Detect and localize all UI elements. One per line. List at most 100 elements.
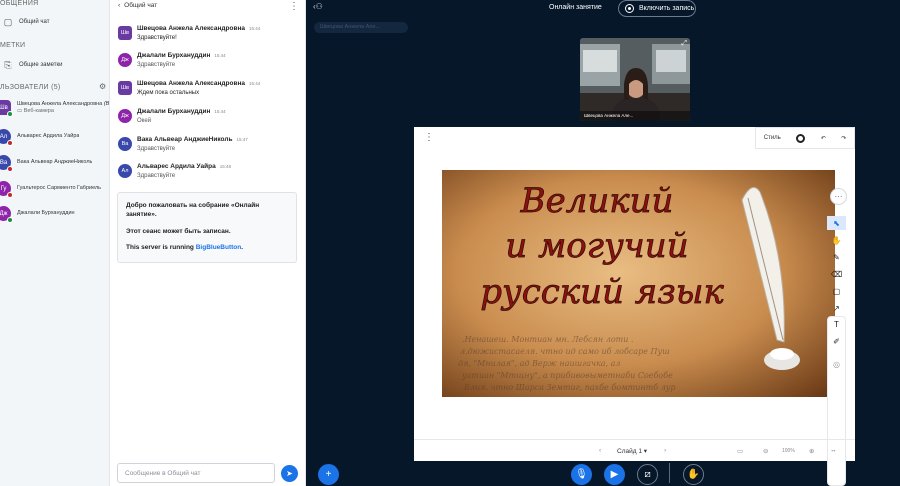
user-list-item[interactable]: Дж Джалали Бурхануддин	[0, 206, 109, 223]
raise-hand-button[interactable]: ✋	[683, 464, 704, 485]
slide-title-line1: Великий	[520, 181, 674, 221]
message-time: 15:44	[214, 109, 226, 114]
author-name: Джалали Бурхануддин	[137, 108, 211, 115]
user-name-text: Альварес Ардила Уайра	[17, 133, 80, 140]
avatar: Шв	[118, 81, 132, 95]
undo-icon[interactable]: ↶	[821, 135, 826, 142]
users-toggle-icon[interactable]: ‹⚇	[313, 2, 323, 11]
message-time: 15:47	[236, 137, 248, 142]
avatar: Ва	[118, 137, 132, 151]
style-toolbar: Стиль ↶ ↷	[755, 127, 855, 149]
author-name: Джалали Бурхануддин	[137, 52, 211, 59]
shared-notes-item[interactable]: ⎘ Общие заметки	[2, 59, 62, 71]
screen-share-button[interactable]: ⧄	[637, 464, 658, 485]
record-button[interactable]: Включить запись	[618, 0, 696, 17]
zoom-in-icon[interactable]: ⊕	[809, 447, 814, 455]
zoom-out-icon[interactable]: ⊖	[763, 447, 768, 455]
shared-notes-label: Общие заметки	[19, 62, 63, 68]
style-label[interactable]: Стиль	[764, 135, 781, 141]
text-tool-icon[interactable]: T	[827, 317, 846, 331]
camera-button[interactable]: ▶	[604, 464, 625, 485]
status-icon	[7, 192, 13, 198]
more-tools-icon[interactable]: ···	[830, 188, 847, 205]
eraser-tool-icon[interactable]: ⌫	[827, 267, 846, 281]
bigbluebutton-link[interactable]: BigBlueButton	[196, 244, 242, 251]
send-button[interactable]: ➤	[281, 465, 298, 482]
chat-message: Шв Швецова Анжела Александровна 15:44 Ждем …	[118, 80, 300, 96]
message-time: 15:48	[219, 164, 231, 169]
redo-icon[interactable]: ↷	[841, 135, 846, 142]
webcam-name-label: Швецова Анжела Але...	[580, 111, 690, 121]
welcome-message: Добро пожаловать на собрание «Онлайн зан…	[117, 192, 297, 263]
user-list-item[interactable]: Гу Гуальтерос Сармиенто Габриель	[0, 181, 109, 198]
actions-button[interactable]: +	[318, 464, 339, 485]
message-text: Здравствуйте!	[137, 35, 177, 41]
message-time: 15:44	[214, 53, 226, 58]
message-body: Альварес Ардила Уайра 15:48 Здравствуйте	[137, 163, 231, 179]
fullscreen-icon[interactable]: ⤢	[681, 40, 687, 48]
user-list-panel: ОБЩЕНИЯ ▢ Общий чат МЕТКИ ⎘ Общие заметк…	[0, 0, 110, 486]
slide-title-line2: и могучий	[505, 226, 688, 266]
chat-panel: ‹ Общий чат ⋮ Шв Швецова Анжела Александр…	[110, 0, 306, 486]
user-list-item[interactable]: Ва Вака Альвеар АнджиеНиколь	[0, 155, 109, 172]
camera-icon: ▶	[610, 469, 619, 480]
presentation-menu-icon[interactable]: ⋮	[424, 132, 434, 143]
chevron-left-icon[interactable]: ‹	[118, 2, 120, 9]
message-time: 15:44	[249, 81, 261, 86]
message-body: Швецова Анжела Александровна 15:44 Здравст…	[137, 25, 260, 41]
avatar: Дж	[0, 206, 13, 223]
webcam-video[interactable]: ⤢ Швецова Анжела Але...	[580, 38, 690, 121]
public-chat-item[interactable]: ▢ Общий чат	[2, 16, 50, 28]
note-tool-icon[interactable]: ✐	[827, 334, 846, 348]
rectangle-tool-icon[interactable]: ▢	[827, 284, 846, 298]
message-body: Вака Альвеар АнджиеНиколь 15:47 Здравствуй…	[137, 136, 248, 152]
gear-icon[interactable]: ⚙	[99, 82, 106, 91]
fit-width-icon[interactable]: ↔	[830, 447, 837, 454]
avatar-initials: Шв	[121, 30, 129, 36]
prev-slide-icon[interactable]: ‹	[599, 447, 601, 454]
author-name: Швецова Анжела Александровна	[137, 25, 246, 32]
slide-script-line: дя, "Мнилая", ад Верж наишгачка, ал	[458, 359, 620, 368]
circle-style-icon[interactable]	[796, 133, 806, 143]
avatar-initials: Шв	[121, 85, 129, 91]
arrow-tool-icon[interactable]: ↗	[827, 301, 846, 315]
hide-toolbar-icon[interactable]: ◎	[827, 357, 846, 371]
public-chat-label: Общий чат	[19, 19, 50, 25]
notes-section-title: МЕТКИ	[0, 42, 26, 49]
author-name: Альварес Ардила Уайра	[137, 163, 216, 170]
avatar: Ва	[0, 155, 13, 172]
message-author: Джалали Бурхануддин 15:44	[137, 52, 226, 59]
user-name-text: Швецова Анжела Александровна	[17, 100, 103, 107]
user-name: Швецова Анжела Александровна (Вы)▭ Веб-к…	[17, 100, 109, 115]
chat-header[interactable]: ‹ Общий чат	[118, 2, 157, 9]
slide-selector[interactable]: Слайд 1 ▾	[617, 447, 647, 455]
select-tool-icon[interactable]: ⬉	[827, 216, 846, 230]
presenter-pill[interactable]: Швецова Анжела Але...	[314, 22, 408, 33]
message-text: Ждем пока остальных	[137, 90, 200, 96]
message-author: Швецова Анжела Александровна 15:44	[137, 80, 260, 87]
user-name-text: Джалали Бурхануддин	[17, 210, 75, 217]
message-body: Швецова Анжела Александровна 15:44 Ждем по…	[137, 80, 260, 96]
user-list-item[interactable]: Шв Швецова Анжела Александровна (Вы)▭ Веб…	[0, 100, 109, 117]
next-slide-icon[interactable]: ›	[664, 447, 666, 454]
microphone-button[interactable]: 🎙	[571, 464, 592, 485]
more-options-icon[interactable]: ⋮	[289, 1, 299, 12]
avatar-initials: Дж	[0, 210, 8, 217]
pan-tool-icon[interactable]: ✋	[827, 233, 846, 247]
avatar-initials: Дж	[121, 113, 129, 119]
record-label: Включить запись	[639, 5, 695, 12]
pencil-tool-icon[interactable]: ✎	[827, 250, 846, 264]
welcome-server-line: This server is running BigBlueButton.	[126, 243, 288, 252]
presentation-footer: ‹ Слайд 1 ▾ › ▭ ⊖ 100% ⊕ ↔	[414, 439, 855, 461]
message-author: Альварес Ардила Уайра 15:48	[137, 163, 231, 170]
slide-image: .Ненашеш. Монтиан мн. Лебсян лоти . л.дю…	[442, 170, 835, 397]
message-author: Швецова Анжела Александровна 15:44	[137, 25, 260, 32]
user-list-item[interactable]: Ал Альварес Ардила Уайра	[0, 129, 109, 146]
chat-message-input[interactable]: Сообщение в Общий чат	[117, 463, 275, 483]
user-name: Джалали Бурхануддин	[17, 210, 75, 217]
presentation-area[interactable]: ⋮ Стиль ↶ ↷ .Ненашеш. Монтиан мн. Лебсян…	[414, 127, 855, 486]
avatar-initials: Гу	[0, 185, 7, 192]
message-author: Вака Альвеар АнджиеНиколь 15:47	[137, 136, 248, 143]
welcome-recorded-note: Этот сеанс может быть записан.	[126, 227, 231, 235]
fit-slide-icon[interactable]: ▭	[737, 447, 743, 455]
